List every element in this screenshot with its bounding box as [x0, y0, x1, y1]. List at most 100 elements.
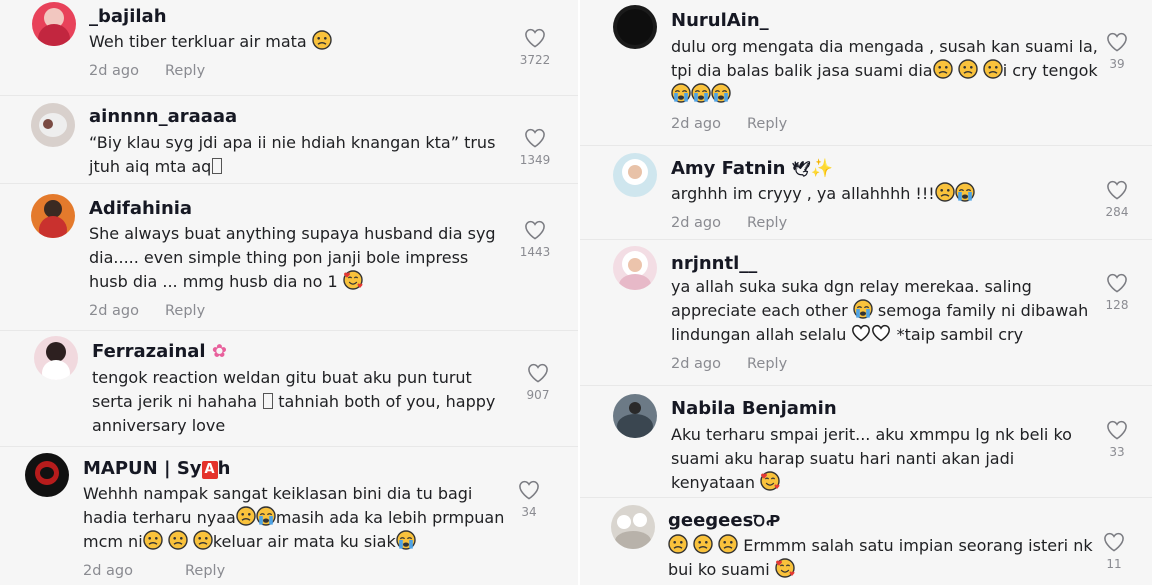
- like-count: 1349: [519, 153, 551, 167]
- crying-face-icon: [671, 83, 691, 103]
- avatar[interactable]: [613, 394, 657, 438]
- avatar[interactable]: [613, 153, 657, 197]
- comment-text: arghhh im cryyy , ya allahhhh !!!: [671, 182, 1101, 206]
- sad-face-icon: [933, 59, 953, 79]
- like-button[interactable]: 34: [509, 480, 549, 519]
- comment-username[interactable]: Ferrazainal ✿: [92, 341, 227, 363]
- like-count: 11: [1106, 557, 1122, 571]
- heart-icon[interactable]: [527, 363, 549, 383]
- comment-username-text[interactable]: MAPUN | Sy: [83, 458, 202, 479]
- like-button[interactable]: 907: [518, 363, 558, 402]
- reply-button[interactable]: Reply: [185, 563, 225, 579]
- heart-icon[interactable]: [1106, 273, 1128, 293]
- like-button[interactable]: 1443: [515, 220, 555, 259]
- comment-username[interactable]: Nabila Benjamin: [671, 398, 837, 420]
- sad-face-icon: [718, 534, 738, 554]
- divider: [580, 385, 1152, 386]
- comment-timestamp: 2d ago: [83, 563, 133, 579]
- like-button[interactable]: 1349: [515, 128, 555, 167]
- divider: [580, 145, 1152, 146]
- like-count: 3722: [519, 53, 551, 67]
- smiling-face-with-hearts-icon: [343, 270, 363, 290]
- comment-meta: 2d ago Reply: [671, 215, 787, 231]
- comment-timestamp: 2d ago: [671, 356, 721, 372]
- heart-icon[interactable]: [1106, 180, 1128, 200]
- divider: [580, 497, 1152, 498]
- heart-icon[interactable]: [1106, 420, 1128, 440]
- comment-username[interactable]: Amy Fatnin 🕊✨: [671, 158, 833, 180]
- sad-face-icon: [983, 59, 1003, 79]
- crying-face-icon: [711, 83, 731, 103]
- avatar[interactable]: [613, 5, 657, 49]
- avatar[interactable]: [31, 103, 75, 147]
- comment-text-body: i cry tengok: [1002, 61, 1098, 80]
- like-button[interactable]: 33: [1097, 420, 1137, 459]
- comment-text: Weh tiber terkluar air mata: [89, 30, 509, 54]
- comment-username[interactable]: nrjnntl__: [671, 253, 757, 275]
- comment-column-right: NurulAin_ dulu org mengata dia mengada ,…: [580, 0, 1152, 585]
- avatar[interactable]: [31, 194, 75, 238]
- crying-face-icon: [256, 506, 276, 526]
- comment-username[interactable]: MAPUN | Sy Ah: [83, 458, 230, 480]
- divider: [0, 446, 578, 447]
- heart-icon[interactable]: [524, 220, 546, 240]
- comment-text-body: *taip sambil cry: [891, 325, 1024, 344]
- like-count: 128: [1105, 298, 1129, 312]
- like-count: 284: [1105, 205, 1129, 219]
- dove-icon: 🕊: [791, 160, 811, 178]
- reply-button[interactable]: Reply: [747, 215, 787, 231]
- smiling-face-with-hearts-icon: [775, 558, 795, 578]
- like-button[interactable]: 128: [1097, 273, 1137, 312]
- comment-username[interactable]: NurulAin_: [671, 10, 769, 32]
- comment-column-left: _bajilah Weh tiber terkluar air mata 2d …: [0, 0, 578, 585]
- comment-username-text[interactable]: h: [218, 458, 231, 479]
- comment-username-text[interactable]: geegees: [668, 510, 753, 531]
- comment-text: dulu org mengata dia mengada , susah kan…: [671, 35, 1101, 107]
- like-button[interactable]: 39: [1097, 32, 1137, 71]
- white-heart-icon: [871, 323, 891, 343]
- heart-icon[interactable]: [524, 128, 546, 148]
- reply-button[interactable]: Reply: [747, 356, 787, 372]
- comment-meta: 2d ago Reply: [89, 303, 205, 319]
- heart-icon[interactable]: [1103, 532, 1125, 552]
- comment-text: Aku terharu smpai jerit... aku xmmpu lg …: [671, 423, 1101, 495]
- comment-text-body: keluar air mata ku siak: [212, 532, 396, 551]
- comment-meta: 2d ago Reply: [671, 356, 787, 372]
- white-heart-icon: [851, 323, 871, 343]
- like-button[interactable]: 11: [1094, 532, 1134, 571]
- reply-button[interactable]: Reply: [747, 116, 787, 132]
- like-button[interactable]: 3722: [515, 28, 555, 67]
- like-count: 39: [1109, 57, 1125, 71]
- divider: [580, 239, 1152, 240]
- comment-username[interactable]: geegeesꝹꝒ: [668, 510, 781, 532]
- comment-username[interactable]: ainnnn_araaaa: [89, 106, 237, 128]
- like-button[interactable]: 284: [1097, 180, 1137, 219]
- sad-face-icon: [935, 182, 955, 202]
- heart-icon[interactable]: [1106, 32, 1128, 52]
- comment-username[interactable]: Adifahinia: [89, 198, 192, 220]
- comment-username-text[interactable]: Amy Fatnin: [671, 158, 792, 179]
- heart-icon[interactable]: [524, 28, 546, 48]
- avatar[interactable]: [611, 505, 655, 549]
- comment-timestamp: 2d ago: [671, 215, 721, 231]
- divider: [0, 330, 578, 331]
- avatar[interactable]: [32, 2, 76, 46]
- like-count: 1443: [519, 245, 551, 259]
- reply-button[interactable]: Reply: [165, 63, 205, 79]
- comment-text-body: arghhh im cryyy , ya allahhhh !!!: [671, 184, 935, 203]
- avatar[interactable]: [613, 246, 657, 290]
- avatar[interactable]: [25, 453, 69, 497]
- avatar[interactable]: [34, 336, 78, 380]
- comment-username-text[interactable]: Ferrazainal: [92, 341, 212, 362]
- comment-text: Wehhh nampak sangat keiklasan bini dia t…: [83, 482, 513, 554]
- comment-text: ya allah suka suka dgn relay merekaa. sa…: [671, 275, 1101, 347]
- sad-face-icon: [143, 530, 163, 550]
- comment-text-body: She always buat anything supaya husband …: [89, 224, 496, 291]
- sad-face-icon: [168, 530, 188, 550]
- smiling-face-with-hearts-icon: [760, 471, 780, 491]
- sad-face-icon: [193, 530, 213, 550]
- heart-icon[interactable]: [518, 480, 540, 500]
- comment-username[interactable]: _bajilah: [89, 6, 167, 28]
- reply-button[interactable]: Reply: [165, 303, 205, 319]
- comment-meta: 2d ago Reply: [83, 563, 225, 579]
